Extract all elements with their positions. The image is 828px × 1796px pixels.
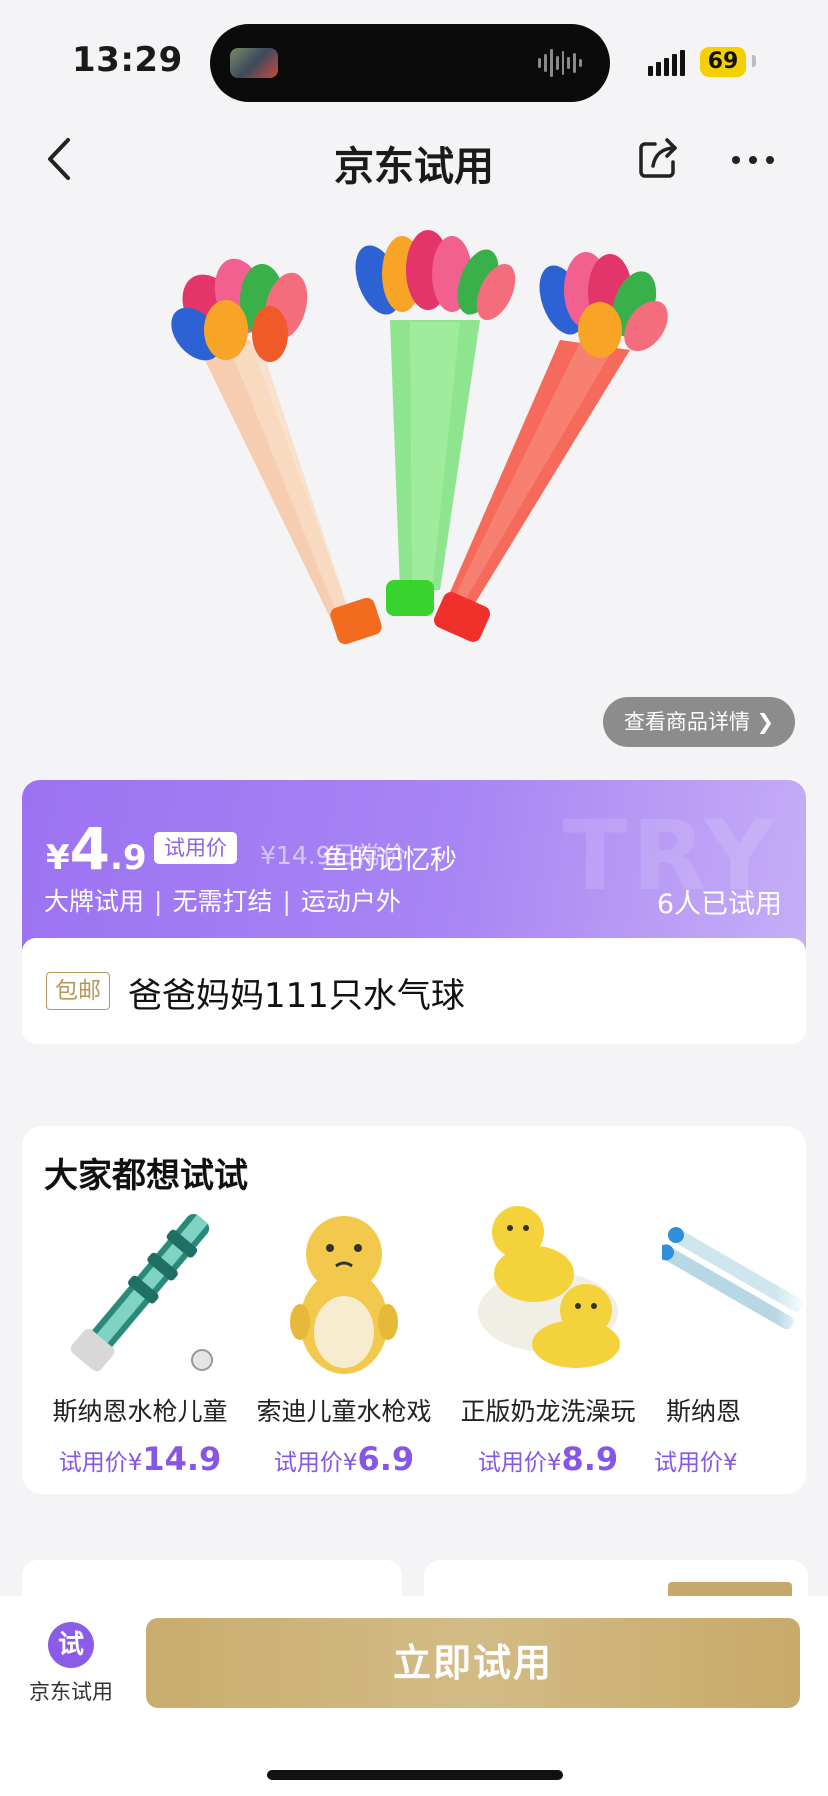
media-thumbnail [230, 48, 278, 78]
battery-tip [752, 55, 756, 67]
price-integer: 4 [69, 815, 111, 883]
home-indicator[interactable] [267, 1770, 563, 1780]
price-value: 8.9 [561, 1440, 619, 1478]
tag-separator: | [282, 887, 291, 916]
trial-price: ¥ 4 .9 [46, 820, 147, 878]
recommendation-name: 正版奶龙洗澡玩 [460, 1397, 636, 1426]
recommendation-price: 试用价¥6.9 [246, 1440, 442, 1478]
price-currency: ¥ [46, 838, 70, 878]
bath-toy-image [478, 1206, 620, 1368]
nav-bar: 京东试用 [0, 120, 828, 200]
dynamic-island[interactable] [210, 24, 610, 102]
recommendation-name: 斯纳恩水枪儿童 [52, 1397, 228, 1426]
recommendation-price: 试用价¥14.9 [42, 1440, 238, 1478]
feature-tag: 无需打结 [172, 887, 273, 916]
status-bar: 13:29 69 [0, 0, 828, 120]
price-label: 试用价¥ [654, 1450, 738, 1476]
overlay-caption: 鱼的记忆秒 [322, 845, 457, 876]
balloon-bunch-orange [171, 258, 382, 645]
water-gun-image [70, 1214, 213, 1372]
status-time: 13:29 [72, 40, 183, 80]
bottom-action-bar: 试 京东试用 立即试用 [0, 1596, 828, 1796]
price-label: 试用价¥ [273, 1450, 358, 1476]
more-icon[interactable] [728, 140, 778, 180]
price-label: 试用价¥ [477, 1450, 562, 1476]
page-title: 京东试用 [334, 144, 494, 190]
feature-tag: 大牌试用 [44, 887, 145, 916]
scroll-fade [776, 1186, 806, 1486]
tag-separator: | [154, 887, 163, 916]
free-shipping-badge: 包邮 [46, 972, 110, 1010]
trial-tab-icon[interactable]: 试 [48, 1622, 94, 1668]
share-icon[interactable] [635, 136, 681, 182]
price-decimal: .9 [110, 838, 147, 878]
recommendation-item[interactable]: 正版奶龙洗澡玩 试用价¥8.9 [450, 1202, 646, 1482]
feature-tags: 大牌试用 | 无需打结 | 运动户外 [44, 882, 401, 918]
trial-price-tag: 试用价 [154, 832, 237, 864]
price-value: 6.9 [357, 1440, 415, 1478]
recommendation-item[interactable]: 索迪儿童水枪戏 试用价¥6.9 [246, 1202, 442, 1482]
feature-tag: 运动户外 [300, 887, 401, 916]
price-label: 试用价¥ [58, 1450, 143, 1476]
audio-wave-icon [538, 46, 582, 80]
try-now-button[interactable]: 立即试用 [146, 1618, 800, 1708]
price-value: 14.9 [142, 1440, 222, 1478]
dino-toy-image [290, 1216, 398, 1374]
recommendation-item[interactable]: 斯纳恩水枪儿童 试用价¥14.9 [42, 1202, 238, 1482]
tried-count: 6人已试用 [656, 889, 782, 920]
product-title: 爸爸妈妈111只水气球 [128, 976, 465, 1016]
signal-icon [648, 50, 685, 76]
recommendation-name: 索迪儿童水枪戏 [256, 1397, 432, 1426]
view-details-button[interactable]: 查看商品详情 ❯ [603, 697, 795, 747]
recommendation-price: 试用价¥8.9 [450, 1440, 646, 1478]
battery-indicator: 69 [700, 47, 746, 77]
product-image[interactable] [0, 230, 828, 750]
recommendations-title: 大家都想试试 [44, 1156, 248, 1196]
price-banner: TRY ¥ 4 .9 试用价 ¥14.9日常价 鱼的记忆秒 大牌试用 | 无需打结 |… [22, 780, 806, 950]
recommendations-section: 大家都想试试 斯纳恩水枪儿童 试用价¥14.9 索迪儿童水枪戏 试用价¥6.9 … [22, 1126, 806, 1494]
trial-tab-label[interactable]: 京东试用 [24, 1676, 118, 1706]
recommendation-name: 斯纳恩 [666, 1397, 742, 1426]
product-title-card: 包邮 爸爸妈妈111只水气球 [22, 938, 806, 1044]
